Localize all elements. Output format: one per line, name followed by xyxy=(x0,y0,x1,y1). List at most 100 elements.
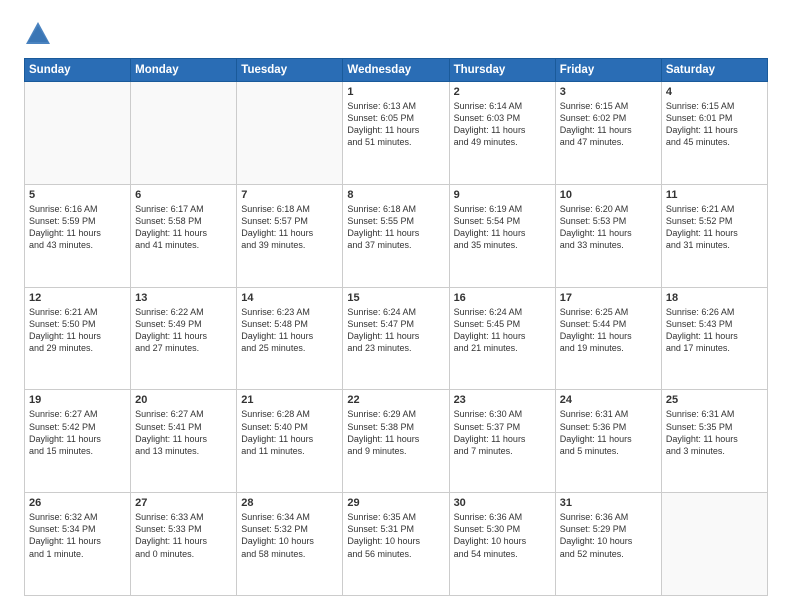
day-number: 1 xyxy=(347,86,444,98)
calendar-cell: 25 Sunrise: 6:31 AM Sunset: 5:35 PM Dayli… xyxy=(661,390,767,493)
calendar-cell: 28 Sunrise: 6:34 AM Sunset: 5:32 PM Dayli… xyxy=(237,493,343,596)
weekday-row: SundayMondayTuesdayWednesdayThursdayFrid… xyxy=(25,59,768,82)
calendar-cell: 30 Sunrise: 6:36 AM Sunset: 5:30 PM Dayli… xyxy=(449,493,555,596)
day-number: 30 xyxy=(454,497,551,509)
weekday-header: Monday xyxy=(131,59,237,82)
cell-info: Sunrise: 6:18 AM Sunset: 5:55 PM Dayligh… xyxy=(347,203,444,252)
day-number: 28 xyxy=(241,497,338,509)
day-number: 11 xyxy=(666,189,763,201)
cell-info: Sunrise: 6:34 AM Sunset: 5:32 PM Dayligh… xyxy=(241,511,338,560)
calendar-cell: 15 Sunrise: 6:24 AM Sunset: 5:47 PM Dayli… xyxy=(343,287,449,390)
day-number: 16 xyxy=(454,292,551,304)
calendar-cell: 12Sunrise: 6:21 AM Sunset: 5:50 PM Dayli… xyxy=(25,287,131,390)
day-number: 13 xyxy=(135,292,232,304)
cell-info: Sunrise: 6:24 AM Sunset: 5:47 PM Dayligh… xyxy=(347,306,444,355)
cell-info: Sunrise: 6:36 AM Sunset: 5:29 PM Dayligh… xyxy=(560,511,657,560)
weekday-header: Saturday xyxy=(661,59,767,82)
day-number: 27 xyxy=(135,497,232,509)
calendar-week: 1Sunrise: 6:13 AM Sunset: 6:05 PM Daylig… xyxy=(25,82,768,185)
calendar-cell xyxy=(661,493,767,596)
cell-info: Sunrise: 6:32 AM Sunset: 5:34 PM Dayligh… xyxy=(29,511,126,560)
day-number: 8 xyxy=(347,189,444,201)
weekday-header: Friday xyxy=(555,59,661,82)
calendar-cell: 10 Sunrise: 6:20 AM Sunset: 5:53 PM Dayli… xyxy=(555,184,661,287)
cell-info: Sunrise: 6:28 AM Sunset: 5:40 PM Dayligh… xyxy=(241,408,338,457)
cell-info: Sunrise: 6:30 AM Sunset: 5:37 PM Dayligh… xyxy=(454,408,551,457)
page: SundayMondayTuesdayWednesdayThursdayFrid… xyxy=(0,0,792,612)
weekday-header: Sunday xyxy=(25,59,131,82)
weekday-header: Wednesday xyxy=(343,59,449,82)
day-number: 29 xyxy=(347,497,444,509)
day-number: 25 xyxy=(666,394,763,406)
calendar-cell: 26 Sunrise: 6:32 AM Sunset: 5:34 PM Dayli… xyxy=(25,493,131,596)
cell-info: Sunrise: 6:20 AM Sunset: 5:53 PM Dayligh… xyxy=(560,203,657,252)
day-number: 3 xyxy=(560,86,657,98)
cell-info: Sunrise: 6:23 AM Sunset: 5:48 PM Dayligh… xyxy=(241,306,338,355)
day-number: 10 xyxy=(560,189,657,201)
day-number: 6 xyxy=(135,189,232,201)
cell-info: Sunrise: 6:31 AM Sunset: 5:35 PM Dayligh… xyxy=(666,408,763,457)
day-number: 15 xyxy=(347,292,444,304)
day-number: 17 xyxy=(560,292,657,304)
day-number: 22 xyxy=(347,394,444,406)
day-number: 26 xyxy=(29,497,126,509)
cell-info: Sunrise: 6:18 AM Sunset: 5:57 PM Dayligh… xyxy=(241,203,338,252)
day-number: 7 xyxy=(241,189,338,201)
calendar-cell: 6 Sunrise: 6:17 AM Sunset: 5:58 PM Daylig… xyxy=(131,184,237,287)
calendar-cell: 2 Sunrise: 6:14 AM Sunset: 6:03 PM Daylig… xyxy=(449,82,555,185)
calendar-cell: 3 Sunrise: 6:15 AM Sunset: 6:02 PM Daylig… xyxy=(555,82,661,185)
calendar: SundayMondayTuesdayWednesdayThursdayFrid… xyxy=(24,58,768,596)
calendar-cell: 23 Sunrise: 6:30 AM Sunset: 5:37 PM Dayli… xyxy=(449,390,555,493)
day-number: 4 xyxy=(666,86,763,98)
calendar-cell: 14 Sunrise: 6:23 AM Sunset: 5:48 PM Dayli… xyxy=(237,287,343,390)
day-number: 18 xyxy=(666,292,763,304)
day-number: 31 xyxy=(560,497,657,509)
cell-info: Sunrise: 6:19 AM Sunset: 5:54 PM Dayligh… xyxy=(454,203,551,252)
weekday-header: Thursday xyxy=(449,59,555,82)
calendar-cell: 11 Sunrise: 6:21 AM Sunset: 5:52 PM Dayli… xyxy=(661,184,767,287)
calendar-cell: 7 Sunrise: 6:18 AM Sunset: 5:57 PM Daylig… xyxy=(237,184,343,287)
calendar-cell: 5Sunrise: 6:16 AM Sunset: 5:59 PM Daylig… xyxy=(25,184,131,287)
cell-info: Sunrise: 6:35 AM Sunset: 5:31 PM Dayligh… xyxy=(347,511,444,560)
calendar-cell: 1Sunrise: 6:13 AM Sunset: 6:05 PM Daylig… xyxy=(343,82,449,185)
day-number: 24 xyxy=(560,394,657,406)
calendar-week: 12Sunrise: 6:21 AM Sunset: 5:50 PM Dayli… xyxy=(25,287,768,390)
calendar-cell: 22 Sunrise: 6:29 AM Sunset: 5:38 PM Dayli… xyxy=(343,390,449,493)
cell-info: Sunrise: 6:14 AM Sunset: 6:03 PM Dayligh… xyxy=(454,100,551,149)
calendar-header: SundayMondayTuesdayWednesdayThursdayFrid… xyxy=(25,59,768,82)
cell-info: Sunrise: 6:17 AM Sunset: 5:58 PM Dayligh… xyxy=(135,203,232,252)
calendar-cell: 18 Sunrise: 6:26 AM Sunset: 5:43 PM Dayli… xyxy=(661,287,767,390)
calendar-cell: 9 Sunrise: 6:19 AM Sunset: 5:54 PM Daylig… xyxy=(449,184,555,287)
day-number: 2 xyxy=(454,86,551,98)
cell-info: Sunrise: 6:27 AM Sunset: 5:42 PM Dayligh… xyxy=(29,408,126,457)
logo xyxy=(24,20,56,48)
calendar-cell: 8 Sunrise: 6:18 AM Sunset: 5:55 PM Daylig… xyxy=(343,184,449,287)
calendar-cell: 29 Sunrise: 6:35 AM Sunset: 5:31 PM Dayli… xyxy=(343,493,449,596)
cell-info: Sunrise: 6:21 AM Sunset: 5:52 PM Dayligh… xyxy=(666,203,763,252)
cell-info: Sunrise: 6:15 AM Sunset: 6:01 PM Dayligh… xyxy=(666,100,763,149)
cell-info: Sunrise: 6:26 AM Sunset: 5:43 PM Dayligh… xyxy=(666,306,763,355)
calendar-cell: 21Sunrise: 6:28 AM Sunset: 5:40 PM Dayli… xyxy=(237,390,343,493)
calendar-cell: 17 Sunrise: 6:25 AM Sunset: 5:44 PM Dayli… xyxy=(555,287,661,390)
calendar-week: 5Sunrise: 6:16 AM Sunset: 5:59 PM Daylig… xyxy=(25,184,768,287)
day-number: 9 xyxy=(454,189,551,201)
day-number: 20 xyxy=(135,394,232,406)
cell-info: Sunrise: 6:27 AM Sunset: 5:41 PM Dayligh… xyxy=(135,408,232,457)
day-number: 23 xyxy=(454,394,551,406)
calendar-body: 1Sunrise: 6:13 AM Sunset: 6:05 PM Daylig… xyxy=(25,82,768,596)
cell-info: Sunrise: 6:36 AM Sunset: 5:30 PM Dayligh… xyxy=(454,511,551,560)
cell-info: Sunrise: 6:31 AM Sunset: 5:36 PM Dayligh… xyxy=(560,408,657,457)
day-number: 14 xyxy=(241,292,338,304)
cell-info: Sunrise: 6:15 AM Sunset: 6:02 PM Dayligh… xyxy=(560,100,657,149)
day-number: 5 xyxy=(29,189,126,201)
calendar-cell: 24 Sunrise: 6:31 AM Sunset: 5:36 PM Dayli… xyxy=(555,390,661,493)
calendar-cell xyxy=(25,82,131,185)
calendar-cell: 31 Sunrise: 6:36 AM Sunset: 5:29 PM Dayli… xyxy=(555,493,661,596)
cell-info: Sunrise: 6:25 AM Sunset: 5:44 PM Dayligh… xyxy=(560,306,657,355)
cell-info: Sunrise: 6:29 AM Sunset: 5:38 PM Dayligh… xyxy=(347,408,444,457)
calendar-cell: 16 Sunrise: 6:24 AM Sunset: 5:45 PM Dayli… xyxy=(449,287,555,390)
day-number: 19 xyxy=(29,394,126,406)
weekday-header: Tuesday xyxy=(237,59,343,82)
cell-info: Sunrise: 6:24 AM Sunset: 5:45 PM Dayligh… xyxy=(454,306,551,355)
calendar-week: 26 Sunrise: 6:32 AM Sunset: 5:34 PM Dayli… xyxy=(25,493,768,596)
